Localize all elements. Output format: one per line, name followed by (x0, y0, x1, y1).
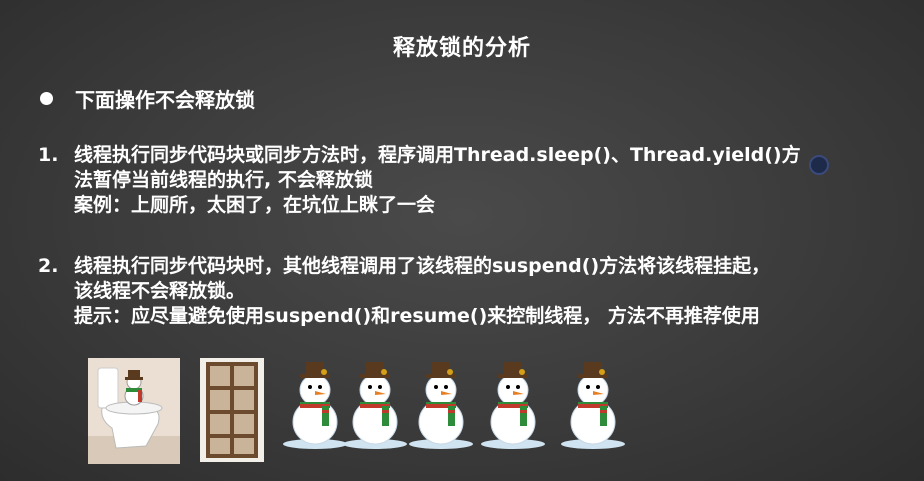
list-item-2: 2. 线程执行同步代码块时，其他线程调用了该线程的suspend()方法将该线程挂… (38, 254, 770, 329)
snowman-icon (556, 360, 630, 450)
item-note: 案例：上厕所，太困了，在坑位上眯了一会 (74, 194, 436, 216)
list-item-1: 1. 线程执行同步代码块或同步方法时，程序调用Thread.sleep()、Thr… (38, 143, 801, 218)
item-line-1: 线程执行同步代码块时，其他线程调用了该线程的suspend()方法将该线程挂起， (74, 255, 771, 277)
bullet-heading: 下面操作不会释放锁 (40, 84, 255, 113)
mouse-cursor-icon (809, 155, 829, 175)
snowman-icon (338, 360, 412, 450)
item-number: 2. (38, 255, 59, 277)
snowman-icon (476, 360, 550, 450)
item-line-2: 该线程不会释放锁。 (74, 280, 246, 302)
bullet-text: 下面操作不会释放锁 (75, 88, 255, 112)
item-number: 1. (38, 144, 59, 166)
slide-title: 释放锁的分析 (392, 36, 531, 61)
bullet-dot-icon (40, 92, 53, 105)
item-line-1: 线程执行同步代码块或同步方法时，程序调用Thread.sleep()、Threa… (74, 144, 801, 166)
stall-door-icon (200, 358, 264, 462)
item-line-2: 法暂停当前线程的执行, 不会释放锁 (74, 169, 373, 191)
item-note: 提示：应尽量避免使用suspend()和resume()来控制线程， 方法不再推… (74, 305, 760, 327)
snowman-icon (404, 360, 478, 450)
toilet-with-snowman-icon (88, 358, 180, 464)
